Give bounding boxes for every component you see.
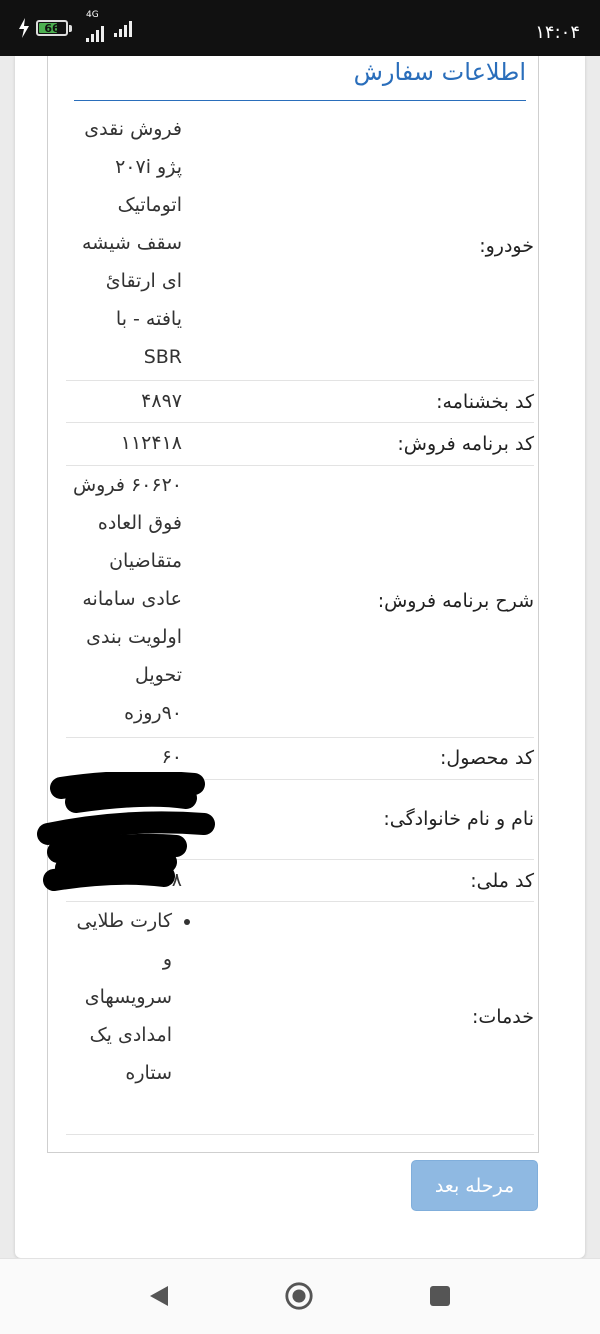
sales-program-code-value: ۱۱۲۴۱۸ — [120, 432, 182, 454]
page-title: اطلاعات سفارش — [353, 58, 526, 86]
signal-4g-icon: 4G — [86, 10, 104, 42]
status-icons: 66 4G — [18, 10, 132, 42]
next-step-button[interactable]: مرحله بعد — [411, 1160, 538, 1211]
navigation-bar — [0, 1258, 600, 1334]
car-value: فروش نقدی پژو ۲۰۷i اتوماتیک سقف شیشه ای … — [81, 118, 182, 368]
full-name-label: نام و نام خانوادگی: — [383, 808, 534, 830]
services-list: کارت طلایی و سرویسهای امدادی یک ستاره — [72, 902, 190, 1092]
sales-program-code-label: کد برنامه فروش: — [397, 433, 534, 455]
home-icon[interactable] — [284, 1281, 314, 1311]
product-code-value: ۶۰ — [161, 746, 182, 768]
status-bar: 66 4G ۱۴:۰۴ — [0, 0, 600, 56]
row-sales-program-code: کد برنامه فروش: ۱۱۲۴۱۸ — [66, 424, 534, 464]
circular-code-value: ۴۸۹۷ — [141, 390, 182, 412]
redaction-scribble — [37, 772, 215, 891]
service-item: کارت طلایی و سرویسهای امدادی یک ستاره — [72, 902, 172, 1092]
sales-program-desc-value: ۶۰۶۲۰ فروش فوق العاده متقاضیان عادی ساما… — [72, 474, 182, 724]
network-type: 4G — [86, 10, 99, 20]
services-value: کارت طلایی و سرویسهای امدادی یک ستاره — [72, 902, 190, 1092]
car-label: خودرو: — [479, 235, 534, 257]
battery-level: 66 — [44, 21, 60, 35]
title-divider — [74, 100, 526, 101]
battery-icon: 66 — [36, 20, 68, 36]
row-sales-program-desc: شرح برنامه فروش: ۶۰۶۲۰ فروش فوق العاده م… — [66, 466, 534, 736]
charging-bolt-icon — [19, 18, 29, 38]
signal-icon — [114, 19, 132, 37]
row-divider — [66, 380, 534, 381]
clock: ۱۴:۰۴ — [535, 22, 580, 43]
circular-code-label: کد بخشنامه: — [436, 391, 534, 413]
row-circular-code: کد بخشنامه: ۴۸۹۷ — [66, 382, 534, 422]
row-divider — [66, 422, 534, 423]
row-services: خدمات: کارت طلایی و سرویسهای امدادی یک س… — [66, 902, 534, 1134]
sales-program-desc-label: شرح برنامه فروش: — [377, 590, 534, 612]
product-code-label: کد محصول: — [440, 747, 534, 769]
services-label: خدمات: — [472, 1006, 534, 1028]
recents-icon[interactable] — [425, 1281, 455, 1311]
battery-nub — [69, 24, 72, 32]
row-divider — [66, 1134, 534, 1135]
row-car: خودرو: فروش نقدی پژو ۲۰۷i اتوماتیک سقف ش… — [66, 110, 534, 380]
national-id-label: کد ملی: — [470, 870, 534, 892]
back-icon[interactable] — [144, 1281, 174, 1311]
